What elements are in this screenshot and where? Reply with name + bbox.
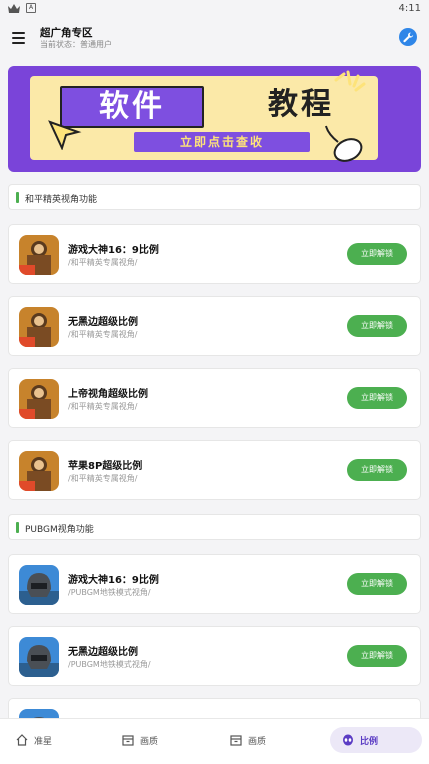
bottom-nav: 准星 画质 画质 比例	[0, 718, 429, 764]
unlock-button[interactable]: 立即解锁	[347, 315, 407, 337]
nav-label: 画质	[248, 736, 267, 747]
crown-icon	[8, 3, 20, 13]
unlock-button[interactable]: 立即解锁	[347, 243, 407, 265]
nav-quality-2[interactable]: 画质	[218, 727, 278, 753]
nav-ratio[interactable]: 比例	[330, 727, 422, 753]
section-marker	[16, 522, 19, 533]
list-item: 苹果8P超级比例 /和平精英专属视角/ 立即解锁	[8, 440, 421, 500]
item-title: 游戏大神16：9比例	[68, 575, 159, 586]
list-item: 无黑边超级比例 /PUBGM地铁模式视角/ 立即解锁	[8, 626, 421, 686]
home-icon	[16, 734, 28, 746]
nav-quality-1[interactable]: 画质	[110, 727, 170, 753]
box-icon	[122, 735, 134, 746]
peace-elite-game-icon	[19, 451, 59, 491]
item-title: 无黑边超级比例	[68, 317, 138, 328]
app-bar: 超广角专区 当前状态：普通用户	[0, 18, 429, 58]
tutorial-banner[interactable]: 软件 教程 立即点击查收	[8, 66, 421, 172]
item-subtitle: /PUBGM地铁模式视角/	[68, 588, 151, 597]
section-marker	[16, 192, 19, 203]
clock: 4:11	[398, 3, 421, 14]
box-icon	[230, 735, 242, 746]
unlock-button[interactable]: 立即解锁	[347, 459, 407, 481]
section-header-pubgm: PUBGM视角功能	[8, 514, 421, 540]
status-bar: A 4:11	[0, 0, 429, 18]
cursor-arrow-icon	[48, 120, 82, 150]
nav-label: 准星	[34, 736, 53, 747]
peace-elite-game-icon	[19, 307, 59, 347]
page-title: 超广角专区	[40, 27, 93, 39]
list-item: 游戏大神16：9比例 /和平精英专属视角/ 立即解锁	[8, 224, 421, 284]
unlock-button[interactable]: 立即解锁	[347, 645, 407, 667]
nav-crosshair[interactable]: 准星	[4, 727, 64, 753]
mouse-icon	[325, 125, 363, 162]
item-subtitle: /和平精英专属视角/	[68, 402, 138, 411]
unlock-button[interactable]: 立即解锁	[347, 573, 407, 595]
banner-claim-button[interactable]: 立即点击查收	[134, 132, 310, 152]
wrench-button[interactable]	[399, 28, 417, 46]
peace-elite-game-icon	[19, 235, 59, 275]
pubgm-game-icon	[19, 637, 59, 677]
alien-icon	[343, 734, 353, 746]
item-subtitle: /和平精英专属视角/	[68, 330, 138, 339]
item-title: 游戏大神16：9比例	[68, 245, 159, 256]
user-status: 当前状态：普通用户	[40, 40, 112, 49]
wrench-icon	[402, 31, 413, 42]
section-title: PUBGM视角功能	[25, 525, 94, 535]
nav-label: 画质	[140, 736, 159, 747]
list-item: 无黑边超级比例 /和平精英专属视角/ 立即解锁	[8, 296, 421, 356]
item-subtitle: /和平精英专属视角/	[68, 258, 138, 267]
list-item: 游戏大神16：9比例 /PUBGM地铁模式视角/ 立即解锁	[8, 554, 421, 614]
item-title: 无黑边超级比例	[68, 647, 138, 658]
section-header-peace-elite: 和平精英视角功能	[8, 184, 421, 210]
a-badge-icon: A	[26, 3, 36, 13]
peace-elite-game-icon	[19, 379, 59, 419]
burst-icon	[334, 70, 366, 92]
item-subtitle: /PUBGM地铁模式视角/	[68, 660, 151, 669]
unlock-button[interactable]: 立即解锁	[347, 387, 407, 409]
section-title: 和平精英视角功能	[25, 195, 98, 205]
list-item: 上帝视角超级比例 /和平精英专属视角/ 立即解锁	[8, 368, 421, 428]
item-subtitle: /和平精英专属视角/	[68, 474, 138, 483]
pubgm-game-icon	[19, 565, 59, 605]
item-title: 上帝视角超级比例	[68, 389, 148, 400]
nav-label: 比例	[360, 736, 379, 747]
item-title: 苹果8P超级比例	[68, 461, 143, 472]
menu-icon[interactable]	[12, 32, 25, 44]
